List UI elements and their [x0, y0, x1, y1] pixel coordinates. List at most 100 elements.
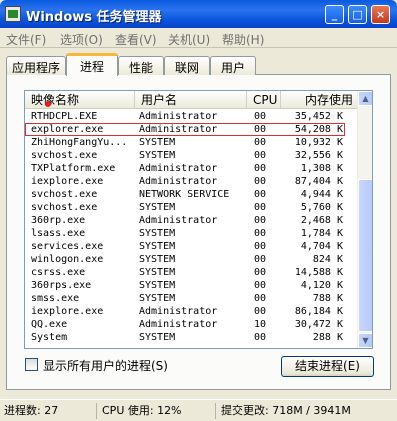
- process-cpu: 00: [254, 163, 267, 174]
- process-user: SYSTEM: [139, 202, 176, 213]
- maximize-button[interactable]: □: [348, 5, 367, 24]
- process-cpu: 00: [254, 189, 267, 200]
- process-cpu: 00: [254, 267, 267, 278]
- process-row[interactable]: ZhiHongFangYu... SYSTEM 00 10,932 K: [25, 136, 358, 149]
- process-memory: 86,184 K: [294, 306, 343, 317]
- status-bar: 进程数: 27 CPU 使用: 12% 提交更改: 718M / 3941M: [0, 399, 397, 421]
- process-rows: RTHDCPL.EXE Administrator 00 35,452 Kexplor…: [25, 110, 358, 344]
- close-button[interactable]: ×: [371, 5, 390, 24]
- end-process-button[interactable]: 结束进程(E): [281, 356, 374, 377]
- process-name: ZhiHongFangYu...: [31, 137, 128, 148]
- menu-file[interactable]: 文件(F): [6, 31, 46, 48]
- process-memory: 14,588 K: [294, 267, 343, 278]
- process-user: Administrator: [139, 319, 218, 330]
- process-row[interactable]: svchost.exe NETWORK SERVICE 00 4,944 K: [25, 188, 358, 201]
- title-bar[interactable]: Windows 任务管理器 _ □ ×: [0, 0, 397, 28]
- vertical-scrollbar[interactable]: ▲ ▼: [357, 91, 372, 348]
- process-name: 360rp.exe: [31, 215, 86, 226]
- process-memory: 30,472 K: [294, 319, 343, 330]
- process-memory: 32,556 K: [294, 150, 343, 161]
- process-name: 360rps.exe: [31, 280, 92, 291]
- process-user: Administrator: [139, 111, 218, 122]
- process-user: Administrator: [139, 176, 218, 187]
- process-row[interactable]: csrss.exe SYSTEM 00 14,588 K: [25, 266, 358, 279]
- process-row[interactable]: lsass.exe SYSTEM 00 1,784 K: [25, 227, 358, 240]
- process-row[interactable]: 360rps.exe SYSTEM 00 4,120 K: [25, 279, 358, 292]
- process-name: svchost.exe: [31, 150, 98, 161]
- process-cpu: 00: [254, 293, 267, 304]
- process-memory: 54,208 K: [294, 124, 343, 135]
- process-cpu: 00: [254, 137, 267, 148]
- process-memory: 1,308 K: [300, 163, 343, 174]
- process-row[interactable]: RTHDCPL.EXE Administrator 00 35,452 K: [25, 110, 358, 123]
- process-row[interactable]: iexplore.exe Administrator 00 86,184 K: [25, 305, 358, 318]
- list-header: 映像名称 用户名 CPU 内存使用: [25, 91, 358, 109]
- process-user: SYSTEM: [139, 280, 176, 291]
- process-row[interactable]: TXPlatform.exe Administrator 00 1,308 K: [25, 162, 358, 175]
- process-cpu: 00: [254, 228, 267, 239]
- process-name: lsass.exe: [31, 228, 86, 239]
- process-row[interactable]: services.exe SYSTEM 00 4,704 K: [25, 240, 358, 253]
- process-name: iexplore.exe: [31, 306, 104, 317]
- process-cpu: 00: [254, 280, 267, 291]
- menu-help[interactable]: 帮助(H): [222, 31, 264, 48]
- column-header-name[interactable]: 映像名称: [25, 91, 135, 109]
- status-commit-charge: 提交更改: 718M / 3941M: [215, 403, 395, 419]
- process-row[interactable]: System SYSTEM 00 288 K: [25, 331, 358, 344]
- column-header-mem[interactable]: 内存使用: [281, 91, 358, 109]
- scroll-thumb[interactable]: [358, 179, 372, 332]
- tab-users[interactable]: 用户: [210, 56, 256, 75]
- process-cpu: 00: [254, 215, 267, 226]
- window-title: Windows 任务管理器: [26, 10, 162, 25]
- process-user: SYSTEM: [139, 332, 176, 343]
- scroll-up-arrow-icon[interactable]: ▲: [358, 91, 372, 106]
- menu-bar: 文件(F) 选项(O) 查看(V) 关机(U) 帮助(H): [0, 28, 397, 48]
- process-user: SYSTEM: [139, 254, 176, 265]
- process-row[interactable]: explorer.exe Administrator 00 54,208 K: [25, 123, 358, 136]
- tab-networking[interactable]: 联网: [164, 56, 210, 75]
- menu-options[interactable]: 选项(O): [60, 31, 103, 48]
- process-row[interactable]: QQ.exe Administrator 10 30,472 K: [25, 318, 358, 331]
- minimize-button[interactable]: _: [325, 5, 344, 24]
- menu-shutdown[interactable]: 关机(U): [168, 31, 210, 48]
- process-name: svchost.exe: [31, 189, 98, 200]
- process-user: NETWORK SERVICE: [139, 189, 230, 200]
- process-memory: 4,120 K: [300, 280, 343, 291]
- show-all-users-checkbox[interactable]: [25, 358, 38, 371]
- tab-performance[interactable]: 性能: [118, 56, 164, 75]
- process-cpu: 00: [254, 111, 267, 122]
- tab-processes[interactable]: 进程: [66, 53, 118, 76]
- process-list[interactable]: 映像名称 用户名 CPU 内存使用 RTHDCPL.EXE Administrat…: [24, 90, 373, 349]
- process-cpu: 00: [254, 332, 267, 343]
- column-header-user[interactable]: 用户名: [135, 91, 247, 109]
- process-row[interactable]: iexplore.exe Administrator 00 87,404 K: [25, 175, 358, 188]
- process-user: SYSTEM: [139, 293, 176, 304]
- process-row[interactable]: 360rp.exe Administrator 00 2,468 K: [25, 214, 358, 227]
- status-cpu-usage: CPU 使用: 12%: [96, 403, 210, 419]
- column-header-cpu[interactable]: CPU: [247, 91, 281, 109]
- process-name: csrss.exe: [31, 267, 86, 278]
- status-process-count: 进程数: 27: [4, 404, 59, 417]
- process-row[interactable]: svchost.exe SYSTEM 00 5,760 K: [25, 201, 358, 214]
- process-memory: 4,944 K: [300, 189, 343, 200]
- process-name: explorer.exe: [31, 124, 104, 135]
- process-cpu: 00: [254, 254, 267, 265]
- process-name: services.exe: [31, 241, 104, 252]
- menu-view[interactable]: 查看(V): [115, 31, 157, 48]
- process-row[interactable]: smss.exe SYSTEM 00 788 K: [25, 292, 358, 305]
- process-memory: 288 K: [312, 332, 343, 343]
- process-cpu: 10: [254, 319, 267, 330]
- process-memory: 824 K: [312, 254, 343, 265]
- process-row[interactable]: svchost.exe SYSTEM 00 32,556 K: [25, 149, 358, 162]
- process-user: SYSTEM: [139, 137, 176, 148]
- scroll-down-arrow-icon[interactable]: ▼: [358, 333, 372, 348]
- process-cpu: 00: [254, 150, 267, 161]
- task-manager-icon: [5, 6, 21, 22]
- process-cpu: 00: [254, 241, 267, 252]
- tab-applications[interactable]: 应用程序: [6, 56, 66, 75]
- process-user: SYSTEM: [139, 267, 176, 278]
- process-memory: 87,404 K: [294, 176, 343, 187]
- process-row[interactable]: winlogon.exe SYSTEM 00 824 K: [25, 253, 358, 266]
- process-user: Administrator: [139, 306, 218, 317]
- show-all-users-label: 显示所有用户的进程(S): [43, 359, 168, 373]
